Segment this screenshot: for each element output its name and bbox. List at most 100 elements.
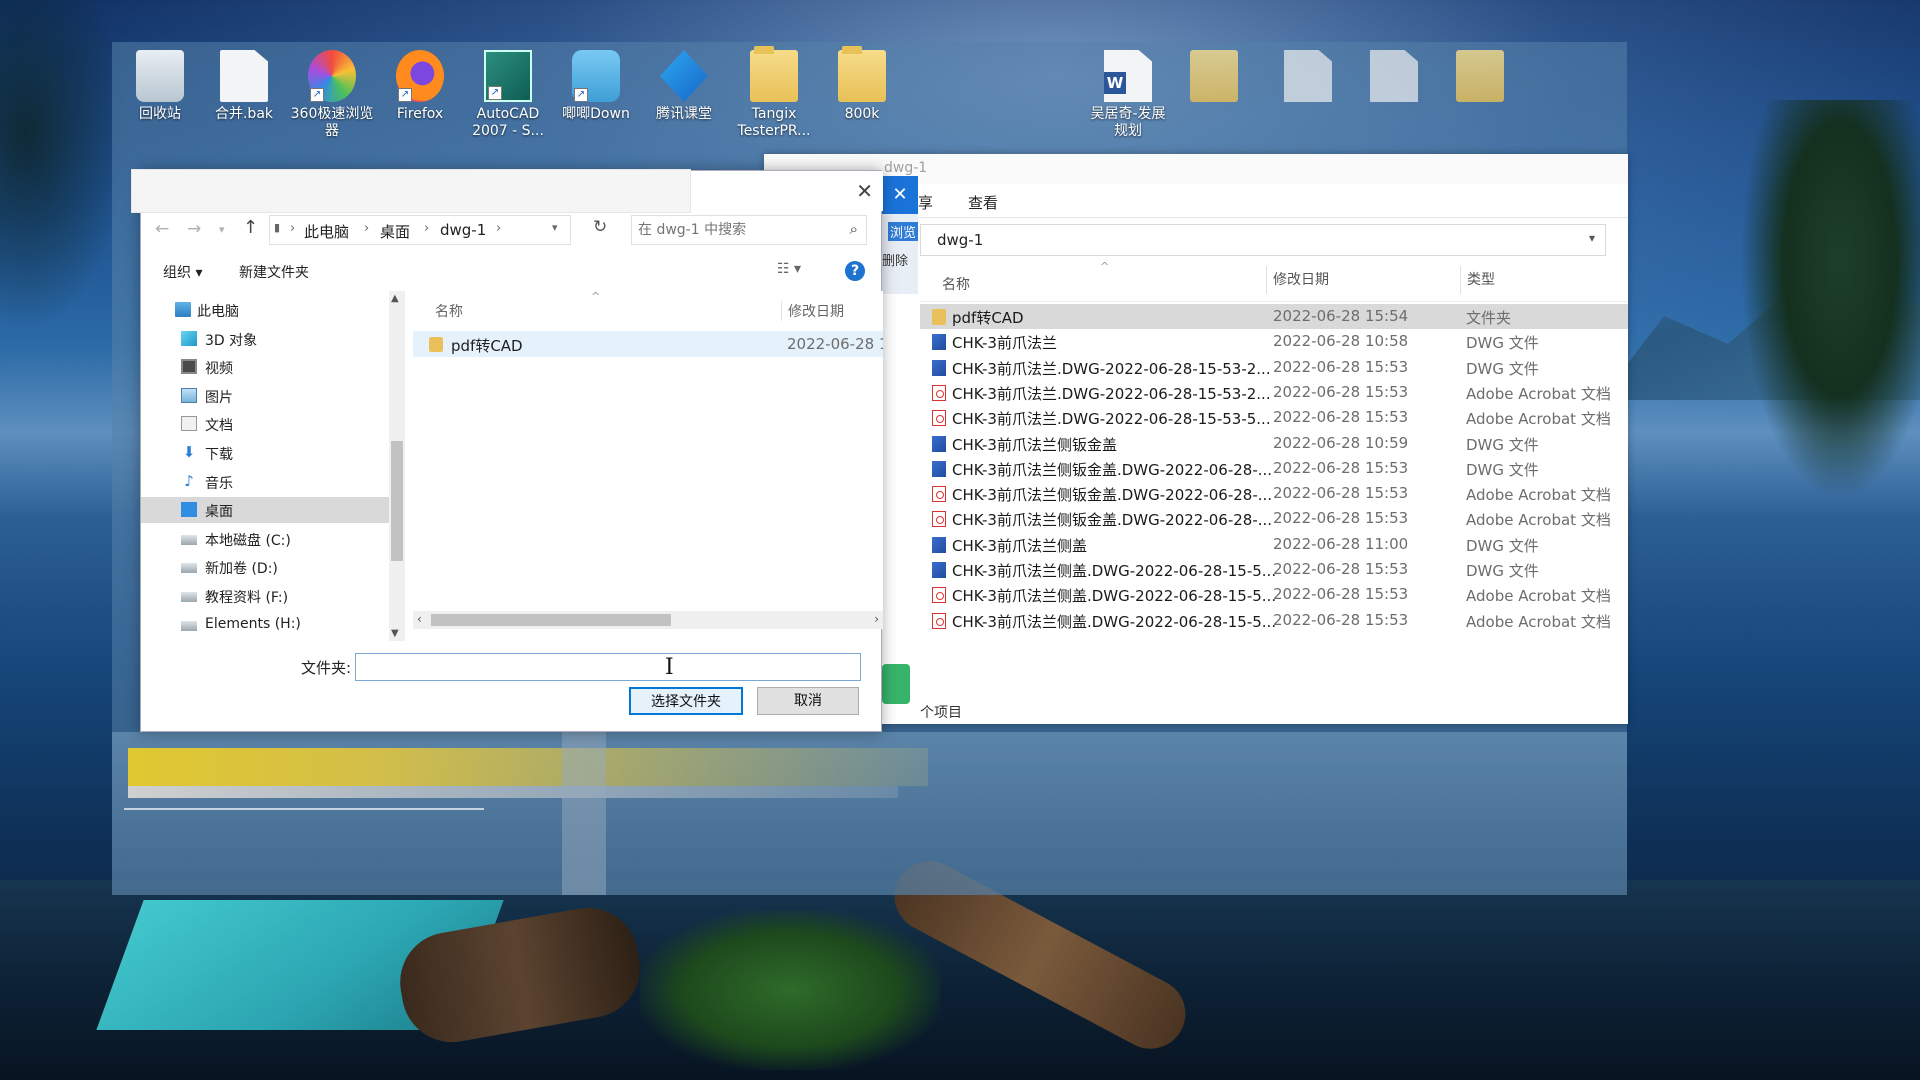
- desktop-icon-autocad[interactable]: ↗ AutoCAD 2007 - S...: [466, 50, 550, 140]
- desktop-icon-jijidown[interactable]: ↗ 唧唧Down: [554, 50, 638, 123]
- table-row[interactable]: pdf转CAD 2022-06-28 15:54 文件夹: [920, 304, 1628, 329]
- 360-browser-icon: ↗: [308, 50, 356, 102]
- view-options-icon[interactable]: ☷ ▾: [777, 261, 801, 277]
- tree-item[interactable]: ⬇ 下载: [141, 440, 389, 466]
- chevron-down-icon[interactable]: ▼: [391, 628, 399, 639]
- table-row[interactable]: CHK-3前爪法兰侧盖.DWG-2022-06-28-15-5... 2022-0…: [920, 582, 1628, 607]
- green-action-button[interactable]: [882, 664, 910, 704]
- breadcrumb-item[interactable]: 此电脑: [304, 221, 349, 242]
- column-date[interactable]: 修改日期: [1266, 266, 1329, 294]
- new-folder-button[interactable]: 新建文件夹: [239, 262, 309, 282]
- desktop-icon-ghost[interactable]: [1266, 50, 1350, 106]
- column-date[interactable]: 修改日期: [781, 301, 844, 321]
- word-document-icon: [1104, 50, 1152, 102]
- horizontal-scrollbar[interactable]: ‹ ›: [413, 611, 883, 629]
- table-row[interactable]: CHK-3前爪法兰侧钣金盖 2022-06-28 10:59 DWG 文件: [920, 431, 1628, 456]
- desktop-icon-ghost[interactable]: [1352, 50, 1436, 106]
- drive-icon: [181, 563, 197, 574]
- desktop-icon-firefox[interactable]: ↗ Firefox: [378, 50, 462, 123]
- explorer-address-bar[interactable]: dwg-1 ▾: [920, 224, 1606, 256]
- dialog-title-bar[interactable]: ✕: [131, 169, 883, 213]
- chevron-left-icon[interactable]: ‹: [417, 612, 422, 626]
- desktop-icon-merge-bak[interactable]: 合并.bak: [202, 50, 286, 123]
- tree-item[interactable]: 3D 对象: [141, 326, 389, 352]
- scroll-thumb[interactable]: [391, 441, 403, 561]
- desktop-icon-label: 360极速浏览器: [290, 106, 374, 139]
- close-icon[interactable]: ✕: [882, 176, 918, 214]
- file-icon: [220, 50, 268, 102]
- organize-button[interactable]: 组织 ▾: [163, 262, 202, 282]
- up-arrow-icon[interactable]: ↑: [243, 217, 258, 238]
- refresh-icon[interactable]: ↻: [593, 217, 607, 237]
- column-type[interactable]: 类型: [1460, 266, 1495, 294]
- cancel-button[interactable]: 取消: [757, 687, 859, 715]
- tree-item[interactable]: 文档: [141, 411, 389, 437]
- desktop-icon-ghost[interactable]: [1438, 50, 1522, 106]
- file-date: 2022-06-28 10:59: [1273, 433, 1409, 452]
- tab-view[interactable]: 查看: [968, 192, 998, 213]
- tree-item[interactable]: 新加卷 (D:): [141, 554, 389, 580]
- file-type: Adobe Acrobat 文档: [1466, 612, 1611, 631]
- desktop-icon-ghost[interactable]: [1172, 50, 1256, 106]
- select-folder-button[interactable]: 选择文件夹: [629, 687, 743, 715]
- table-row[interactable]: CHK-3前爪法兰侧钣金盖.DWG-2022-06-28-... 2022-06-…: [920, 456, 1628, 481]
- back-arrow-icon[interactable]: ←: [155, 219, 169, 239]
- drive-icon: [181, 592, 197, 602]
- column-name[interactable]: 名称: [942, 274, 970, 294]
- table-row[interactable]: CHK-3前爪法兰 2022-06-28 10:58 DWG 文件: [920, 329, 1628, 354]
- side-delete-label[interactable]: 删除: [882, 250, 908, 269]
- tree-item[interactable]: 本地磁盘 (C:): [141, 526, 389, 552]
- file-date: 2022-06-28 11:00: [1273, 534, 1409, 553]
- tree-item[interactable]: 教程资料 (F:): [141, 583, 389, 609]
- pictures-icon: [181, 387, 197, 403]
- desktop-icon-800k[interactable]: 800k: [820, 46, 904, 123]
- help-icon[interactable]: ?: [845, 261, 865, 281]
- close-icon[interactable]: ✕: [856, 179, 873, 203]
- search-input[interactable]: [638, 220, 838, 240]
- chevron-down-icon[interactable]: ▾: [1589, 231, 1595, 245]
- side-selected-label[interactable]: 浏览: [888, 222, 918, 241]
- table-row[interactable]: CHK-3前爪法兰.DWG-2022-06-28-15-53-2... 2022-…: [920, 380, 1628, 405]
- desktop-icon-tencent-classroom[interactable]: 腾讯课堂: [642, 50, 726, 123]
- search-icon[interactable]: ⌕: [850, 220, 858, 238]
- list-item[interactable]: pdf转CAD 2022-06-28 1!: [413, 331, 883, 357]
- tree-item[interactable]: Elements (H:): [141, 612, 389, 638]
- tree-item[interactable]: ♪ 音乐: [141, 469, 389, 495]
- tree-scrollbar[interactable]: ▲ ▼: [389, 291, 405, 641]
- table-row[interactable]: CHK-3前爪法兰侧钣金盖.DWG-2022-06-28-... 2022-06-…: [920, 506, 1628, 531]
- tree-item[interactable]: 桌面: [141, 497, 389, 524]
- table-row[interactable]: CHK-3前爪法兰侧钣金盖.DWG-2022-06-28-... 2022-06-…: [920, 481, 1628, 506]
- breadcrumb-item[interactable]: dwg-1: [440, 221, 486, 239]
- desktop-icon-tangix[interactable]: Tangix TesterPR...: [732, 46, 816, 140]
- chevron-down-icon[interactable]: ▾: [219, 223, 225, 236]
- tree-item[interactable]: 此电脑: [141, 297, 389, 323]
- folder-icon: [932, 309, 946, 325]
- tree-item[interactable]: 视频: [141, 354, 389, 380]
- forward-arrow-icon[interactable]: →: [187, 219, 201, 239]
- chevron-down-icon[interactable]: ▾: [552, 221, 558, 234]
- video-icon: [181, 359, 197, 375]
- folder-input[interactable]: [355, 653, 861, 681]
- breadcrumb-item[interactable]: 桌面: [380, 221, 410, 242]
- column-name[interactable]: 名称: [435, 301, 463, 321]
- tree-item-label: 教程资料 (F:): [205, 590, 289, 606]
- file-icon: [1370, 50, 1418, 102]
- table-row[interactable]: CHK-3前爪法兰.DWG-2022-06-28-15-53-5... 2022-…: [920, 405, 1628, 430]
- scroll-thumb[interactable]: [431, 614, 671, 626]
- tab-share[interactable]: 享: [918, 192, 933, 213]
- file-name: CHK-3前爪法兰: [952, 334, 1057, 353]
- desktop-icon-word-plan[interactable]: 吴居奇-发展规划: [1086, 50, 1170, 140]
- desktop-icon-recycle-bin[interactable]: 回收站: [118, 50, 202, 123]
- desktop-icon-360-browser[interactable]: ↗ 360极速浏览器: [290, 50, 374, 140]
- table-row[interactable]: CHK-3前爪法兰侧盖.DWG-2022-06-28-15-5... 2022-0…: [920, 557, 1628, 582]
- chevron-right-icon[interactable]: ›: [874, 612, 879, 626]
- chevron-up-icon[interactable]: ▲: [391, 293, 399, 304]
- table-row[interactable]: CHK-3前爪法兰侧盖.DWG-2022-06-28-15-5... 2022-0…: [920, 608, 1628, 633]
- autocad-icon: ↗: [484, 50, 532, 102]
- file-date: 2022-06-28 15:53: [1273, 509, 1409, 528]
- dwg-file-icon: [932, 562, 946, 578]
- table-row[interactable]: CHK-3前爪法兰.DWG-2022-06-28-15-53-2... 2022-…: [920, 355, 1628, 380]
- table-row[interactable]: CHK-3前爪法兰侧盖 2022-06-28 11:00 DWG 文件: [920, 532, 1628, 557]
- tree-item[interactable]: 图片: [141, 383, 389, 409]
- breadcrumb[interactable]: ▮ › 此电脑 › 桌面 › dwg-1 › ▾: [269, 215, 571, 245]
